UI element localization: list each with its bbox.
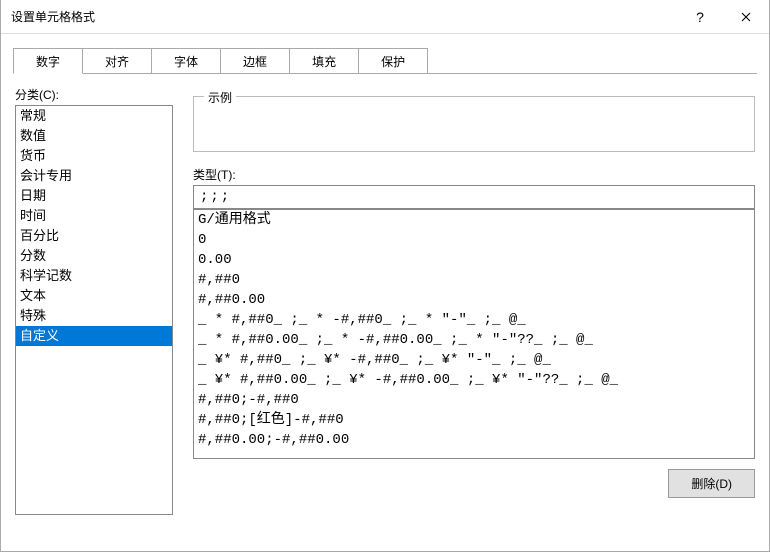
tab-strip: 数字对齐字体边框填充保护	[1, 34, 769, 74]
category-item[interactable]: 文本	[16, 286, 172, 306]
dialog-body: 分类(C): 常规数值货币会计专用日期时间百分比分数科学记数文本特殊自定义 示例…	[1, 74, 769, 551]
category-item[interactable]: 百分比	[16, 226, 172, 246]
format-item[interactable]: 0	[194, 230, 754, 250]
category-item[interactable]: 科学记数	[16, 266, 172, 286]
category-item[interactable]: 常规	[16, 106, 172, 126]
category-item[interactable]: 货币	[16, 146, 172, 166]
tab-0[interactable]: 数字	[13, 48, 83, 74]
category-label: 分类(C):	[15, 86, 173, 103]
format-item[interactable]: #,##0.00;-#,##0.00	[194, 430, 754, 450]
help-button[interactable]: ?	[677, 2, 723, 32]
category-item[interactable]: 时间	[16, 206, 172, 226]
category-listbox[interactable]: 常规数值货币会计专用日期时间百分比分数科学记数文本特殊自定义	[15, 105, 173, 515]
category-item[interactable]: 分数	[16, 246, 172, 266]
close-icon	[741, 12, 751, 22]
format-item[interactable]: #,##0	[194, 270, 754, 290]
category-item[interactable]: 日期	[16, 186, 172, 206]
category-column: 分类(C): 常规数值货币会计专用日期时间百分比分数科学记数文本特殊自定义	[15, 86, 173, 541]
button-row: 删除(D)	[193, 469, 755, 498]
example-groupbox: 示例	[193, 96, 755, 152]
tab-2[interactable]: 字体	[151, 48, 221, 74]
format-item[interactable]: #,##0.00	[194, 290, 754, 310]
type-input[interactable]	[193, 185, 755, 209]
details-column: 示例 类型(T): G/通用格式00.00#,##0#,##0.00_ * #,…	[193, 86, 755, 541]
category-item[interactable]: 会计专用	[16, 166, 172, 186]
format-item[interactable]: #,##0;[红色]-#,##0	[194, 410, 754, 430]
dialog-title: 设置单元格格式	[11, 8, 677, 25]
tab-3[interactable]: 边框	[220, 48, 290, 74]
category-item[interactable]: 数值	[16, 126, 172, 146]
format-item[interactable]: _ ¥* #,##0_ ;_ ¥* -#,##0_ ;_ ¥* "-"_ ;_ …	[194, 350, 754, 370]
format-item[interactable]: #,##0;-#,##0	[194, 390, 754, 410]
format-item[interactable]: G/通用格式	[194, 210, 754, 230]
example-label: 示例	[204, 89, 236, 106]
tab-1[interactable]: 对齐	[82, 48, 152, 74]
category-item[interactable]: 自定义	[16, 326, 172, 346]
tab-5[interactable]: 保护	[358, 48, 428, 74]
category-item[interactable]: 特殊	[16, 306, 172, 326]
content-panel: 分类(C): 常规数值货币会计专用日期时间百分比分数科学记数文本特殊自定义 示例…	[15, 86, 755, 541]
type-label: 类型(T):	[193, 166, 755, 183]
format-cells-dialog: 设置单元格格式 ? 数字对齐字体边框填充保护 分类(C): 常规数值货币会计专用…	[0, 0, 770, 552]
tab-4[interactable]: 填充	[289, 48, 359, 74]
format-item[interactable]: _ ¥* #,##0.00_ ;_ ¥* -#,##0.00_ ;_ ¥* "-…	[194, 370, 754, 390]
format-listbox[interactable]: G/通用格式00.00#,##0#,##0.00_ * #,##0_ ;_ * …	[193, 209, 755, 459]
delete-button[interactable]: 删除(D)	[668, 469, 755, 498]
titlebar: 设置单元格格式 ?	[1, 0, 769, 34]
format-item[interactable]: _ * #,##0.00_ ;_ * -#,##0.00_ ;_ * "-"??…	[194, 330, 754, 350]
format-item[interactable]: _ * #,##0_ ;_ * -#,##0_ ;_ * "-"_ ;_ @_	[194, 310, 754, 330]
format-item[interactable]: 0.00	[194, 250, 754, 270]
close-button[interactable]	[723, 2, 769, 32]
